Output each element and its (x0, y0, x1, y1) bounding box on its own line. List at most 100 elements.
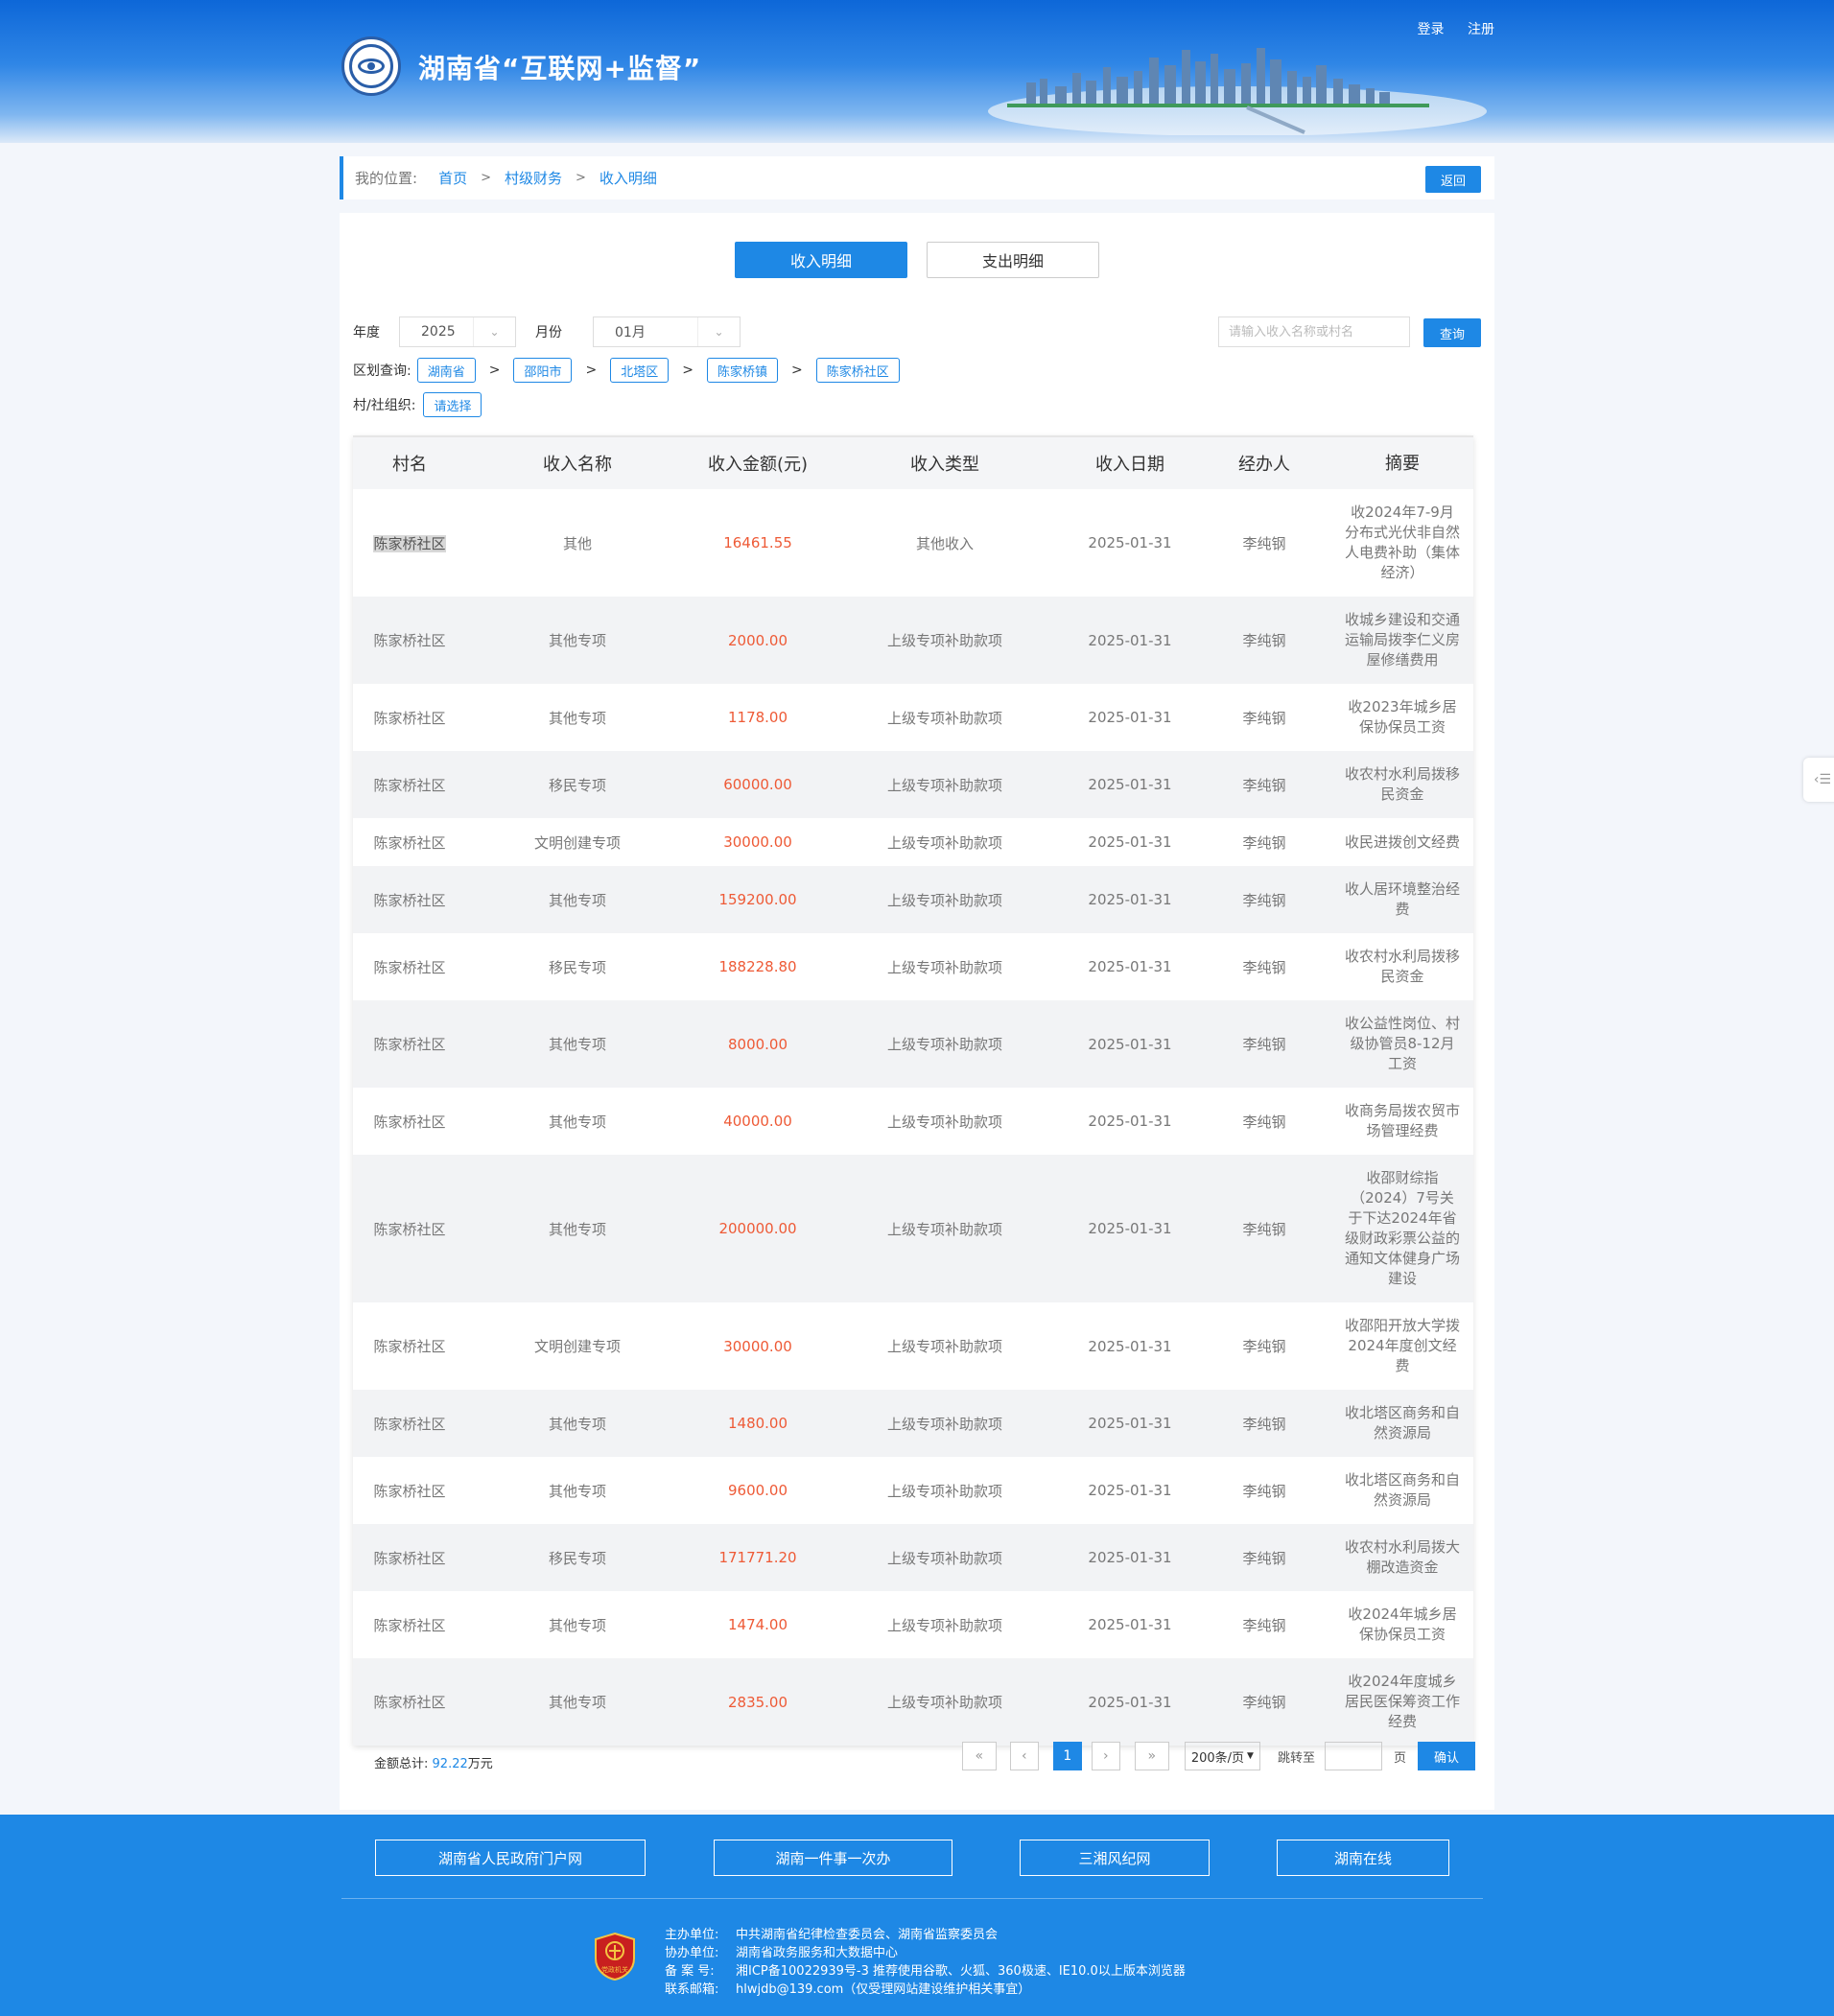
cell-income-type: 其他收入 (915, 534, 974, 552)
footer-link-sanxiang[interactable]: 三湘风纪网 (1020, 1840, 1210, 1876)
cell-date: 2025-01-31 (1088, 1415, 1172, 1432)
cell-income-type: 上级专项补助款项 (886, 1616, 1002, 1634)
cell-village: 陈家桥社区 (373, 1113, 446, 1131)
cell-summary: 收人居环境整治经费 (1345, 880, 1461, 918)
table-row[interactable]: 陈家桥社区 其他专项 1178.00 上级专项补助款项 2025-01-31 李… (353, 684, 1473, 751)
region-chip-community[interactable]: 陈家桥社区 (815, 358, 900, 383)
prev-page-button[interactable]: ‹ (1009, 1742, 1039, 1770)
cell-income-name: 其他专项 (548, 891, 606, 909)
table-row[interactable]: 陈家桥社区 移民专项 171771.20 上级专项补助款项 2025-01-31… (353, 1524, 1473, 1591)
search-input[interactable] (1218, 316, 1410, 347)
side-menu-toggle-icon[interactable]: ‹☰ (1803, 758, 1834, 802)
cell-amount: 1474.00 (727, 1616, 788, 1633)
table-header: 村名 收入名称 收入金额(元) 收入类型 收入日期 经办人 摘要 (353, 435, 1473, 489)
cell-amount: 171771.20 (718, 1549, 797, 1566)
cell-income-name: 其他专项 (548, 1113, 606, 1131)
cell-date: 2025-01-31 (1088, 958, 1172, 975)
footer-link-hunan-online[interactable]: 湖南在线 (1277, 1840, 1449, 1876)
cell-summary: 收公益性岗位、村级协管员8-12月工资 (1345, 1015, 1461, 1072)
cell-date: 2025-01-31 (1088, 1549, 1172, 1566)
header-summary[interactable]: 摘要 (1331, 454, 1473, 474)
breadcrumb-income-detail[interactable]: 收入明细 (600, 168, 657, 188)
header-income-name[interactable]: 收入名称 (466, 451, 689, 476)
header-date[interactable]: 收入日期 (1063, 451, 1197, 476)
header-income-type[interactable]: 收入类型 (827, 451, 1063, 476)
jump-confirm-button[interactable]: 确认 (1418, 1742, 1475, 1770)
table-row[interactable]: 陈家桥社区 其他专项 40000.00 上级专项补助款项 2025-01-31 … (353, 1088, 1473, 1155)
cell-income-name: 其他专项 (548, 1482, 606, 1500)
cell-income-type: 上级专项补助款项 (886, 1036, 1002, 1053)
tab-expense-detail[interactable]: 支出明细 (927, 242, 1099, 278)
table-row[interactable]: 陈家桥社区 移民专项 188228.80 上级专项补助款项 2025-01-31… (353, 933, 1473, 1000)
header-handler[interactable]: 经办人 (1197, 451, 1331, 476)
tab-income-detail[interactable]: 收入明细 (735, 242, 907, 278)
cell-date: 2025-01-31 (1088, 1693, 1172, 1711)
year-value: 2025 (421, 324, 456, 340)
org-select[interactable]: 请选择 (423, 392, 482, 417)
cell-summary: 收2023年城乡居保协保员工资 (1348, 698, 1457, 736)
table-row[interactable]: 陈家桥社区 其他专项 159200.00 上级专项补助款项 2025-01-31… (353, 866, 1473, 933)
first-page-button[interactable]: « (961, 1742, 997, 1770)
cell-handler: 李纯钢 (1242, 1482, 1286, 1500)
cell-summary: 收城乡建设和交通运输局拨李仁义房屋修缮费用 (1345, 611, 1461, 668)
site-logo-icon (341, 36, 401, 96)
region-chip-city[interactable]: 邵阳市 (513, 358, 573, 383)
cell-income-type: 上级专项补助款项 (886, 1694, 1002, 1711)
cell-handler: 李纯钢 (1242, 1113, 1286, 1131)
jump-page-input[interactable] (1324, 1742, 1382, 1770)
cell-amount: 8000.00 (727, 1035, 788, 1053)
header-village[interactable]: 村名 (353, 451, 466, 476)
region-chip-province[interactable]: 湖南省 (416, 358, 476, 383)
register-link[interactable]: 注册 (1468, 22, 1494, 37)
caret-down-icon: ▼ (1247, 1751, 1254, 1761)
table-row[interactable]: 陈家桥社区 其他专项 1480.00 上级专项补助款项 2025-01-31 李… (353, 1390, 1473, 1457)
table-row[interactable]: 陈家桥社区 文明创建专项 30000.00 上级专项补助款项 2025-01-3… (353, 818, 1473, 866)
table-row[interactable]: 陈家桥社区 其他 16461.55 其他收入 2025-01-31 李纯钢 收2… (353, 489, 1473, 597)
cell-village: 陈家桥社区 (373, 1338, 446, 1355)
table-row[interactable]: 陈家桥社区 其他专项 2835.00 上级专项补助款项 2025-01-31 李… (353, 1658, 1473, 1746)
table-row[interactable]: 陈家桥社区 其他专项 8000.00 上级专项补助款项 2025-01-31 李… (353, 1000, 1473, 1088)
cell-summary: 收农村水利局拨移民资金 (1345, 948, 1461, 985)
footer-info-key: 主办单位: (665, 1928, 719, 1942)
header-amount[interactable]: 收入金额(元) (689, 451, 827, 476)
footer-divider (341, 1898, 1483, 1899)
cell-amount: 2000.00 (727, 631, 788, 649)
cell-income-type: 上级专项补助款项 (886, 891, 1002, 909)
footer-link-one-thing[interactable]: 湖南一件事一次办 (714, 1840, 952, 1876)
next-page-button[interactable]: › (1091, 1742, 1120, 1770)
login-link[interactable]: 登录 (1418, 22, 1445, 37)
page-size-select[interactable]: 200条/页 ▼ (1184, 1742, 1260, 1770)
year-select[interactable]: 2025 ⌄ (399, 316, 516, 347)
table-row[interactable]: 陈家桥社区 移民专项 60000.00 上级专项补助款项 2025-01-31 … (353, 751, 1473, 818)
breadcrumb-home[interactable]: 首页 (438, 168, 467, 188)
footer-info-key: 备 案 号: (665, 1964, 715, 1979)
cell-amount: 1480.00 (727, 1415, 788, 1432)
table-row[interactable]: 陈家桥社区 文明创建专项 30000.00 上级专项补助款项 2025-01-3… (353, 1302, 1473, 1390)
page-1-button[interactable]: 1 (1052, 1742, 1082, 1770)
cell-handler: 李纯钢 (1242, 534, 1286, 552)
breadcrumb-village-finance[interactable]: 村级财务 (505, 168, 562, 188)
region-chip-district[interactable]: 北塔区 (610, 358, 670, 383)
cell-date: 2025-01-31 (1088, 776, 1172, 793)
footer-link-gov-portal[interactable]: 湖南省人民政府门户网 (375, 1840, 646, 1876)
table-row[interactable]: 陈家桥社区 其他专项 9600.00 上级专项补助款项 2025-01-31 李… (353, 1457, 1473, 1524)
cell-amount: 40000.00 (723, 1113, 792, 1130)
table-row[interactable]: 陈家桥社区 其他专项 1474.00 上级专项补助款项 2025-01-31 李… (353, 1591, 1473, 1658)
month-select[interactable]: 01月 ⌄ (593, 316, 741, 347)
cell-date: 2025-01-31 (1088, 631, 1172, 649)
region-chip-town[interactable]: 陈家桥镇 (706, 358, 778, 383)
footer-info-key: 协办单位: (665, 1946, 719, 1960)
cell-handler: 李纯钢 (1242, 1616, 1286, 1634)
back-button[interactable]: 返回 (1425, 166, 1481, 193)
site-header: 湖南省“互联网+监督” 登录 注册 (0, 0, 1834, 143)
income-table: 村名 收入名称 收入金额(元) 收入类型 收入日期 经办人 摘要 陈家桥社区 其… (353, 435, 1473, 1746)
cell-village: 陈家桥社区 (373, 1415, 446, 1433)
chevron-down-icon: ⌄ (697, 317, 740, 346)
table-row[interactable]: 陈家桥社区 其他专项 200000.00 上级专项补助款项 2025-01-31… (353, 1155, 1473, 1302)
cell-village: 陈家桥社区 (373, 1694, 446, 1711)
last-page-button[interactable]: » (1134, 1742, 1169, 1770)
table-row[interactable]: 陈家桥社区 其他专项 2000.00 上级专项补助款项 2025-01-31 李… (353, 597, 1473, 684)
query-button[interactable]: 查询 (1423, 318, 1481, 347)
cell-summary: 收农村水利局拨移民资金 (1345, 765, 1461, 803)
cell-date: 2025-01-31 (1088, 1220, 1172, 1237)
